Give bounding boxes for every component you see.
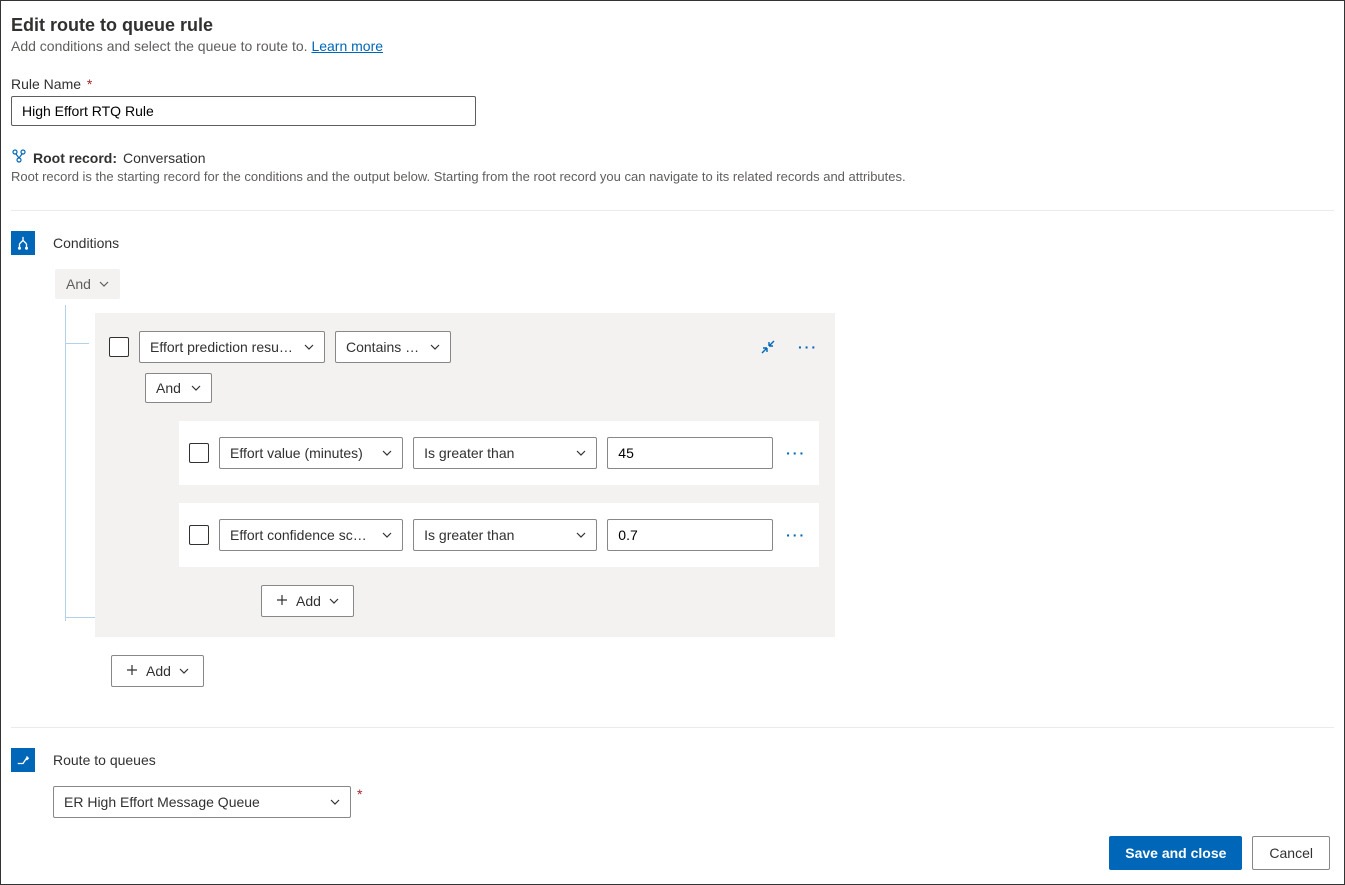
plus-icon: [126, 663, 138, 679]
rule-name-label-text: Rule Name: [11, 76, 81, 92]
add-label: Add: [146, 663, 171, 679]
condition-checkbox[interactable]: [189, 525, 209, 545]
field-label: Effort value (minutes): [230, 445, 363, 461]
root-record-value: Conversation: [123, 150, 206, 166]
chevron-down-icon: [329, 596, 339, 606]
plus-icon: [276, 593, 288, 609]
outer-and-label: And: [66, 276, 91, 292]
flow-icon: [11, 148, 27, 167]
outer-and-group[interactable]: And: [55, 269, 120, 299]
collapse-icon[interactable]: [755, 334, 781, 360]
condition-checkbox[interactable]: [109, 337, 129, 357]
condition-row: Effort confidence score Is greater than …: [179, 503, 819, 567]
operator-label: Is greater than: [424, 445, 514, 461]
field-dropdown[interactable]: Effort value (minutes): [219, 437, 403, 469]
entity-operator-dropdown[interactable]: Contains data: [335, 331, 451, 363]
operator-label: Is greater than: [424, 527, 514, 543]
chevron-down-icon: [191, 383, 201, 393]
root-record-description: Root record is the starting record for t…: [11, 169, 1334, 184]
entity-operator-label: Contains data: [346, 339, 420, 355]
condition-checkbox[interactable]: [189, 443, 209, 463]
more-actions-icon[interactable]: ···: [795, 334, 821, 360]
operator-dropdown[interactable]: Is greater than: [413, 437, 597, 469]
add-label: Add: [296, 593, 321, 609]
entity-field-label: Effort prediction result...: [150, 339, 294, 355]
conditions-section-title: Conditions: [53, 235, 119, 251]
inner-and-label: And: [156, 380, 181, 396]
rule-name-input[interactable]: [11, 96, 476, 126]
section-divider: [11, 210, 1334, 211]
page-title: Edit route to queue rule: [11, 15, 1334, 36]
learn-more-link[interactable]: Learn more: [311, 38, 383, 54]
cancel-button[interactable]: Cancel: [1252, 836, 1330, 870]
required-asterisk: *: [357, 786, 362, 802]
chevron-down-icon: [179, 666, 189, 676]
chevron-down-icon: [382, 448, 392, 458]
queue-label: ER High Effort Message Queue: [64, 794, 260, 810]
chevron-down-icon: [99, 279, 109, 289]
subtitle-text: Add conditions and select the queue to r…: [11, 38, 311, 54]
required-asterisk: *: [87, 76, 92, 92]
conditions-section-icon: [11, 231, 35, 255]
chevron-down-icon: [430, 342, 440, 352]
chevron-down-icon: [304, 342, 314, 352]
field-dropdown[interactable]: Effort confidence score: [219, 519, 403, 551]
route-section-title: Route to queues: [53, 752, 156, 768]
chevron-down-icon: [576, 448, 586, 458]
section-divider: [11, 727, 1334, 728]
field-label: Effort confidence score: [230, 527, 372, 543]
row-more-actions-icon[interactable]: ···: [783, 522, 809, 548]
queue-dropdown[interactable]: ER High Effort Message Queue: [53, 786, 351, 818]
page-subtitle: Add conditions and select the queue to r…: [11, 38, 1334, 54]
root-record-label: Root record:: [33, 150, 117, 166]
chevron-down-icon: [576, 530, 586, 540]
value-input[interactable]: [607, 519, 773, 551]
add-outer-condition-button[interactable]: Add: [111, 655, 204, 687]
inner-and-group[interactable]: And: [145, 373, 212, 403]
row-more-actions-icon[interactable]: ···: [783, 440, 809, 466]
chevron-down-icon: [330, 797, 340, 807]
add-inner-condition-button[interactable]: Add: [261, 585, 354, 617]
condition-row: Effort value (minutes) Is greater than ·…: [179, 421, 819, 485]
save-and-close-button[interactable]: Save and close: [1109, 836, 1242, 870]
entity-field-dropdown[interactable]: Effort prediction result...: [139, 331, 325, 363]
rule-name-label: Rule Name *: [11, 76, 1334, 92]
chevron-down-icon: [382, 530, 392, 540]
value-input[interactable]: [607, 437, 773, 469]
route-section-icon: [11, 748, 35, 772]
operator-dropdown[interactable]: Is greater than: [413, 519, 597, 551]
